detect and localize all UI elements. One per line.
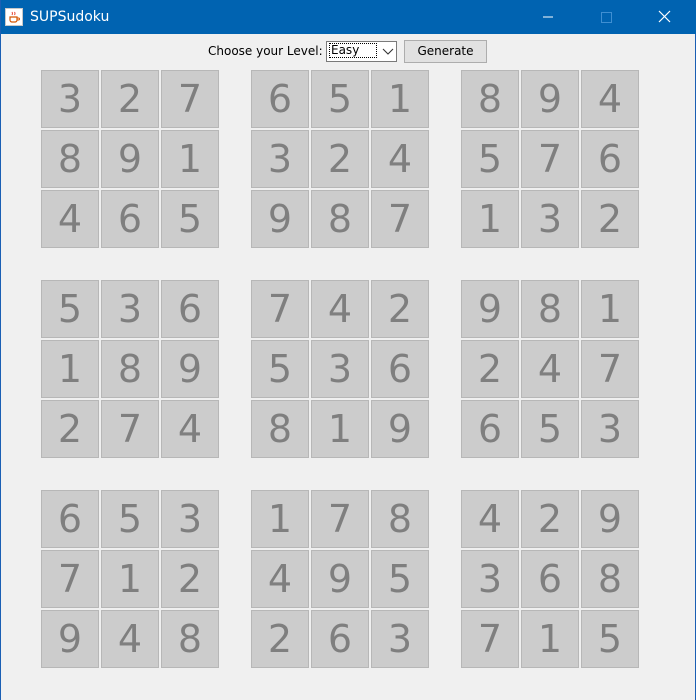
sudoku-cell[interactable]: 7 — [371, 190, 429, 248]
chevron-down-icon — [382, 48, 394, 55]
sudoku-cell[interactable]: 9 — [41, 610, 99, 668]
sudoku-cell[interactable]: 6 — [101, 190, 159, 248]
sudoku-cell[interactable]: 4 — [581, 70, 639, 128]
sudoku-cell[interactable]: 7 — [101, 400, 159, 458]
sudoku-cell[interactable]: 1 — [161, 130, 219, 188]
sudoku-cell[interactable]: 8 — [251, 400, 309, 458]
sudoku-cell[interactable]: 1 — [581, 280, 639, 338]
sudoku-cell[interactable]: 5 — [371, 550, 429, 608]
level-dropdown[interactable]: Easy — [326, 41, 397, 62]
minimize-icon — [543, 16, 553, 18]
sudoku-cell[interactable]: 1 — [41, 340, 99, 398]
sudoku-cell[interactable]: 4 — [371, 130, 429, 188]
sudoku-cell[interactable]: 8 — [101, 340, 159, 398]
sudoku-cell[interactable]: 3 — [41, 70, 99, 128]
sudoku-cell[interactable]: 9 — [101, 130, 159, 188]
sudoku-cell[interactable]: 9 — [521, 70, 579, 128]
sudoku-cell[interactable]: 2 — [521, 490, 579, 548]
sudoku-cell[interactable]: 4 — [521, 340, 579, 398]
sudoku-cell[interactable]: 4 — [161, 400, 219, 458]
sudoku-cell[interactable]: 9 — [371, 400, 429, 458]
sudoku-cell[interactable]: 5 — [251, 340, 309, 398]
maximize-button[interactable] — [577, 0, 635, 34]
sudoku-cell[interactable]: 8 — [461, 70, 519, 128]
title-bar[interactable]: SUPSudoku — [1, 0, 696, 34]
sudoku-cell[interactable]: 7 — [161, 70, 219, 128]
sudoku-cell[interactable]: 9 — [461, 280, 519, 338]
sudoku-cell[interactable]: 3 — [521, 190, 579, 248]
sudoku-cell[interactable]: 5 — [311, 70, 369, 128]
level-label: Choose your Level: — [208, 44, 323, 58]
sudoku-cell[interactable]: 2 — [371, 280, 429, 338]
app-window: SUPSudoku Choose your Level: Easy Genera… — [0, 0, 696, 700]
sudoku-cell[interactable]: 1 — [101, 550, 159, 608]
close-icon — [658, 10, 671, 23]
sudoku-cell[interactable]: 8 — [581, 550, 639, 608]
sudoku-cell[interactable]: 6 — [161, 280, 219, 338]
sudoku-cell[interactable]: 6 — [581, 130, 639, 188]
sudoku-cell[interactable]: 1 — [521, 610, 579, 668]
sudoku-cell[interactable]: 3 — [161, 490, 219, 548]
sudoku-cell[interactable]: 7 — [41, 550, 99, 608]
level-selected-value: Easy — [329, 43, 377, 58]
sudoku-cell[interactable]: 7 — [251, 280, 309, 338]
close-button[interactable] — [635, 0, 693, 34]
sudoku-cell[interactable]: 6 — [311, 610, 369, 668]
sudoku-cell[interactable]: 3 — [371, 610, 429, 668]
sudoku-cell[interactable]: 2 — [581, 190, 639, 248]
sudoku-cell[interactable]: 4 — [311, 280, 369, 338]
sudoku-cell[interactable]: 7 — [311, 490, 369, 548]
java-cup-icon — [5, 8, 23, 26]
sudoku-cell[interactable]: 5 — [161, 190, 219, 248]
sudoku-cell[interactable]: 3 — [461, 550, 519, 608]
sudoku-cell[interactable]: 4 — [461, 490, 519, 548]
sudoku-cell[interactable]: 5 — [101, 490, 159, 548]
sudoku-cell[interactable]: 6 — [251, 70, 309, 128]
sudoku-cell[interactable]: 5 — [41, 280, 99, 338]
sudoku-cell[interactable]: 8 — [371, 490, 429, 548]
sudoku-cell[interactable]: 1 — [461, 190, 519, 248]
sudoku-cell[interactable]: 6 — [521, 550, 579, 608]
sudoku-cell[interactable]: 5 — [581, 610, 639, 668]
sudoku-cell[interactable]: 5 — [521, 400, 579, 458]
minimize-button[interactable] — [519, 0, 577, 34]
sudoku-cell[interactable]: 3 — [311, 340, 369, 398]
sudoku-cell[interactable]: 5 — [461, 130, 519, 188]
sudoku-cell[interactable]: 7 — [521, 130, 579, 188]
sudoku-cell[interactable]: 6 — [461, 400, 519, 458]
sudoku-cell[interactable]: 2 — [101, 70, 159, 128]
maximize-icon — [601, 12, 612, 23]
sudoku-cell[interactable]: 2 — [461, 340, 519, 398]
sudoku-cell[interactable]: 1 — [251, 490, 309, 548]
sudoku-cell[interactable]: 9 — [581, 490, 639, 548]
sudoku-cell[interactable]: 2 — [311, 130, 369, 188]
generate-button[interactable]: Generate — [404, 40, 487, 63]
sudoku-cell[interactable]: 9 — [161, 340, 219, 398]
sudoku-cell[interactable]: 2 — [41, 400, 99, 458]
sudoku-cell[interactable]: 2 — [161, 550, 219, 608]
sudoku-cell[interactable]: 6 — [41, 490, 99, 548]
sudoku-cell[interactable]: 1 — [311, 400, 369, 458]
sudoku-cell[interactable]: 3 — [101, 280, 159, 338]
sudoku-cell[interactable]: 2 — [251, 610, 309, 668]
sudoku-cell[interactable]: 9 — [311, 550, 369, 608]
sudoku-cell[interactable]: 8 — [521, 280, 579, 338]
window-title: SUPSudoku — [30, 9, 110, 25]
sudoku-cell[interactable]: 3 — [581, 400, 639, 458]
sudoku-cell[interactable]: 1 — [371, 70, 429, 128]
sudoku-cell[interactable]: 8 — [311, 190, 369, 248]
sudoku-cell[interactable]: 9 — [251, 190, 309, 248]
sudoku-cell[interactable]: 3 — [251, 130, 309, 188]
sudoku-cell[interactable]: 4 — [41, 190, 99, 248]
sudoku-cell[interactable]: 4 — [251, 550, 309, 608]
sudoku-cell[interactable]: 8 — [161, 610, 219, 668]
sudoku-cell[interactable]: 7 — [461, 610, 519, 668]
sudoku-cell[interactable]: 6 — [371, 340, 429, 398]
sudoku-cell[interactable]: 7 — [581, 340, 639, 398]
sudoku-cell[interactable]: 8 — [41, 130, 99, 188]
sudoku-cell[interactable]: 4 — [101, 610, 159, 668]
